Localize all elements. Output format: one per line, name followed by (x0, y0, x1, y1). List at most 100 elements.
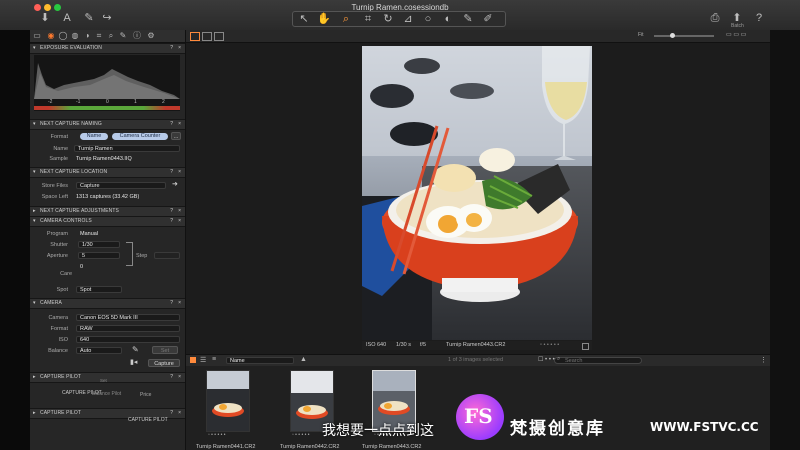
close-icon[interactable]: × (178, 120, 181, 129)
brush-icon[interactable]: ✎ (82, 11, 96, 25)
ghost-text: Price (140, 392, 152, 398)
keystone-icon[interactable]: ⊿ (401, 12, 415, 26)
capture-button[interactable]: Capture (148, 359, 180, 367)
close-icon[interactable]: × (178, 44, 181, 53)
camera-controls-header[interactable]: ▾ CAMERA CONTROLS ? × (30, 216, 185, 227)
camera-counter-token[interactable]: Camera Counter (112, 133, 168, 140)
rating-dots[interactable]: ▫ • • • • • (540, 341, 559, 350)
rotate-icon[interactable]: ↻ (381, 12, 395, 26)
brush-tool-icon[interactable]: ✎ (461, 12, 475, 26)
next-capture-location-header[interactable]: ▾ NEXT CAPTURE LOCATION ? × (30, 167, 185, 178)
ramen-photo (362, 46, 592, 340)
thumbnail-caption: Turnip Ramen0443.CR2 (362, 444, 422, 450)
search-input[interactable] (554, 357, 642, 364)
step-select[interactable] (154, 252, 180, 259)
color-tag-icon[interactable] (582, 343, 589, 350)
help-icon[interactable]: ? (170, 44, 173, 53)
close-icon[interactable]: × (178, 217, 181, 226)
help-icon[interactable]: ? (170, 373, 173, 382)
help-icon[interactable]: ? (170, 299, 173, 308)
camera-format-select[interactable]: RAW (76, 325, 180, 332)
zoom-slider-thumb[interactable] (670, 33, 675, 38)
forward-icon[interactable]: ↪ (100, 11, 114, 25)
exposure-evaluation-header[interactable]: ▾ EXPOSURE EVALUATION ? × (30, 43, 185, 54)
pan-icon[interactable]: ✋ (317, 12, 331, 26)
fit-label: Fit (638, 32, 644, 38)
thumbnail-rating[interactable]: ▫ • • • • • (292, 432, 309, 438)
ghost-text: Balance Pilot (92, 391, 122, 397)
help-icon[interactable]: ? (170, 168, 173, 177)
shutter-stepper[interactable]: 1/30 (78, 241, 120, 248)
lens-tab-icon[interactable]: ◯ (58, 31, 68, 41)
name-input[interactable]: Turnip Ramen (74, 145, 180, 152)
main-photo[interactable] (362, 46, 592, 340)
text-icon[interactable]: A (60, 11, 74, 25)
metadata-tab-icon[interactable]: ⓘ (132, 31, 142, 41)
compare-view-icon[interactable] (214, 32, 224, 41)
thumbnail-rating[interactable]: ▫ • • • • • (208, 432, 225, 438)
loupe-icon[interactable]: ⌕ (339, 12, 353, 26)
filmstrip-view-icon[interactable]: ≡ (212, 356, 216, 363)
sort-select[interactable]: Name (226, 357, 294, 364)
care-label: Care (60, 271, 72, 277)
close-icon[interactable]: × (178, 373, 181, 382)
step-bracket (126, 242, 133, 266)
next-capture-naming-header[interactable]: ▾ NEXT CAPTURE NAMING ? × (30, 119, 185, 130)
filename-info: Turnip Ramen0443.CR2 (446, 342, 506, 348)
select-icon[interactable]: ↖ (297, 12, 311, 26)
mask-icon[interactable]: ◐ (441, 12, 455, 26)
help-icon[interactable]: ? (170, 120, 173, 129)
close-icon[interactable]: × (178, 409, 181, 418)
thumbnail-1[interactable] (206, 370, 250, 432)
eyedropper-icon[interactable]: ✎ (132, 345, 139, 354)
brand-url: WWW.FSTVC.CC (650, 420, 759, 434)
reveal-arrow-icon[interactable]: ➜ (172, 180, 178, 188)
proof-icons[interactable]: ▭ ▭ ▭ (726, 31, 746, 38)
zoom-slider[interactable] (654, 35, 714, 37)
grid-view-icon[interactable] (190, 32, 200, 41)
single-view-icon[interactable] (202, 32, 212, 41)
import-icon[interactable]: ⬇ (38, 11, 52, 25)
picker-icon[interactable]: ✐ (481, 12, 495, 26)
library-tab-icon[interactable]: ▭ (32, 31, 42, 41)
camera-select[interactable]: Canon EOS 5D Mark III (76, 314, 180, 321)
list-view-icon[interactable]: ☰ (200, 356, 206, 364)
close-icon[interactable]: × (178, 168, 181, 177)
help-icon[interactable]: ? (170, 207, 173, 216)
name-token[interactable]: Name (80, 133, 108, 140)
exposure-tab-icon[interactable]: ◑ (82, 31, 92, 41)
color-tab-icon[interactable]: ◍ (70, 31, 80, 41)
aperture-stepper[interactable]: 5 (78, 252, 120, 259)
crop-tab-icon[interactable]: ⌗ (94, 31, 104, 41)
program-label: Program (46, 231, 68, 237)
printer-icon[interactable]: ⎙ (708, 11, 722, 25)
help-icon[interactable]: ? (170, 217, 173, 226)
crop-icon[interactable]: ⌗ (361, 12, 375, 26)
help-icon[interactable]: ? (752, 11, 766, 25)
output-tab-icon[interactable]: ⚙ (146, 31, 156, 41)
white-balance-select[interactable]: Auto (76, 347, 122, 354)
adjust-tab-icon[interactable]: ✎ (118, 31, 128, 41)
close-icon[interactable]: × (178, 299, 181, 308)
ev-value: 0 (80, 264, 84, 270)
capture-tab-icon[interactable]: ◉ (46, 31, 56, 41)
image-info-bar: ISO 640 1/30 s f/5 Turnip Ramen0443.CR2 … (362, 341, 592, 350)
iso-select[interactable]: 640 (76, 336, 180, 343)
set-button[interactable]: Set (152, 346, 178, 354)
thumbnail-view-icon[interactable] (190, 357, 196, 363)
store-files-select[interactable]: Capture (76, 182, 166, 189)
details-tab-icon[interactable]: ⌕ (106, 31, 116, 41)
thumbnail-caption: Turnip Ramen0442.CR2 (280, 444, 340, 450)
sort-direction-icon[interactable]: ▲ (300, 356, 307, 363)
browser-menu-icon[interactable]: ⋮ (760, 356, 767, 364)
help-icon[interactable]: ? (170, 409, 173, 418)
capture-pilot-header[interactable]: ▸ CAPTURE PILOT ? × (30, 372, 185, 383)
exposure-scale: -2 -1 0 1 2 (48, 99, 165, 105)
name-label: Name (53, 146, 68, 152)
spot-icon[interactable]: ○ (421, 12, 435, 26)
format-more-button[interactable]: ... (171, 132, 181, 140)
close-icon[interactable]: × (178, 207, 181, 216)
metering-select[interactable]: Spot (76, 286, 122, 293)
capture-one-window: Turnip Ramen.cosessiondb ⬇ A ✎ ↪ ↖ ✋ ⌕ ⌗… (0, 0, 800, 450)
camera-header[interactable]: ▾ CAMERA ? × (30, 298, 185, 309)
